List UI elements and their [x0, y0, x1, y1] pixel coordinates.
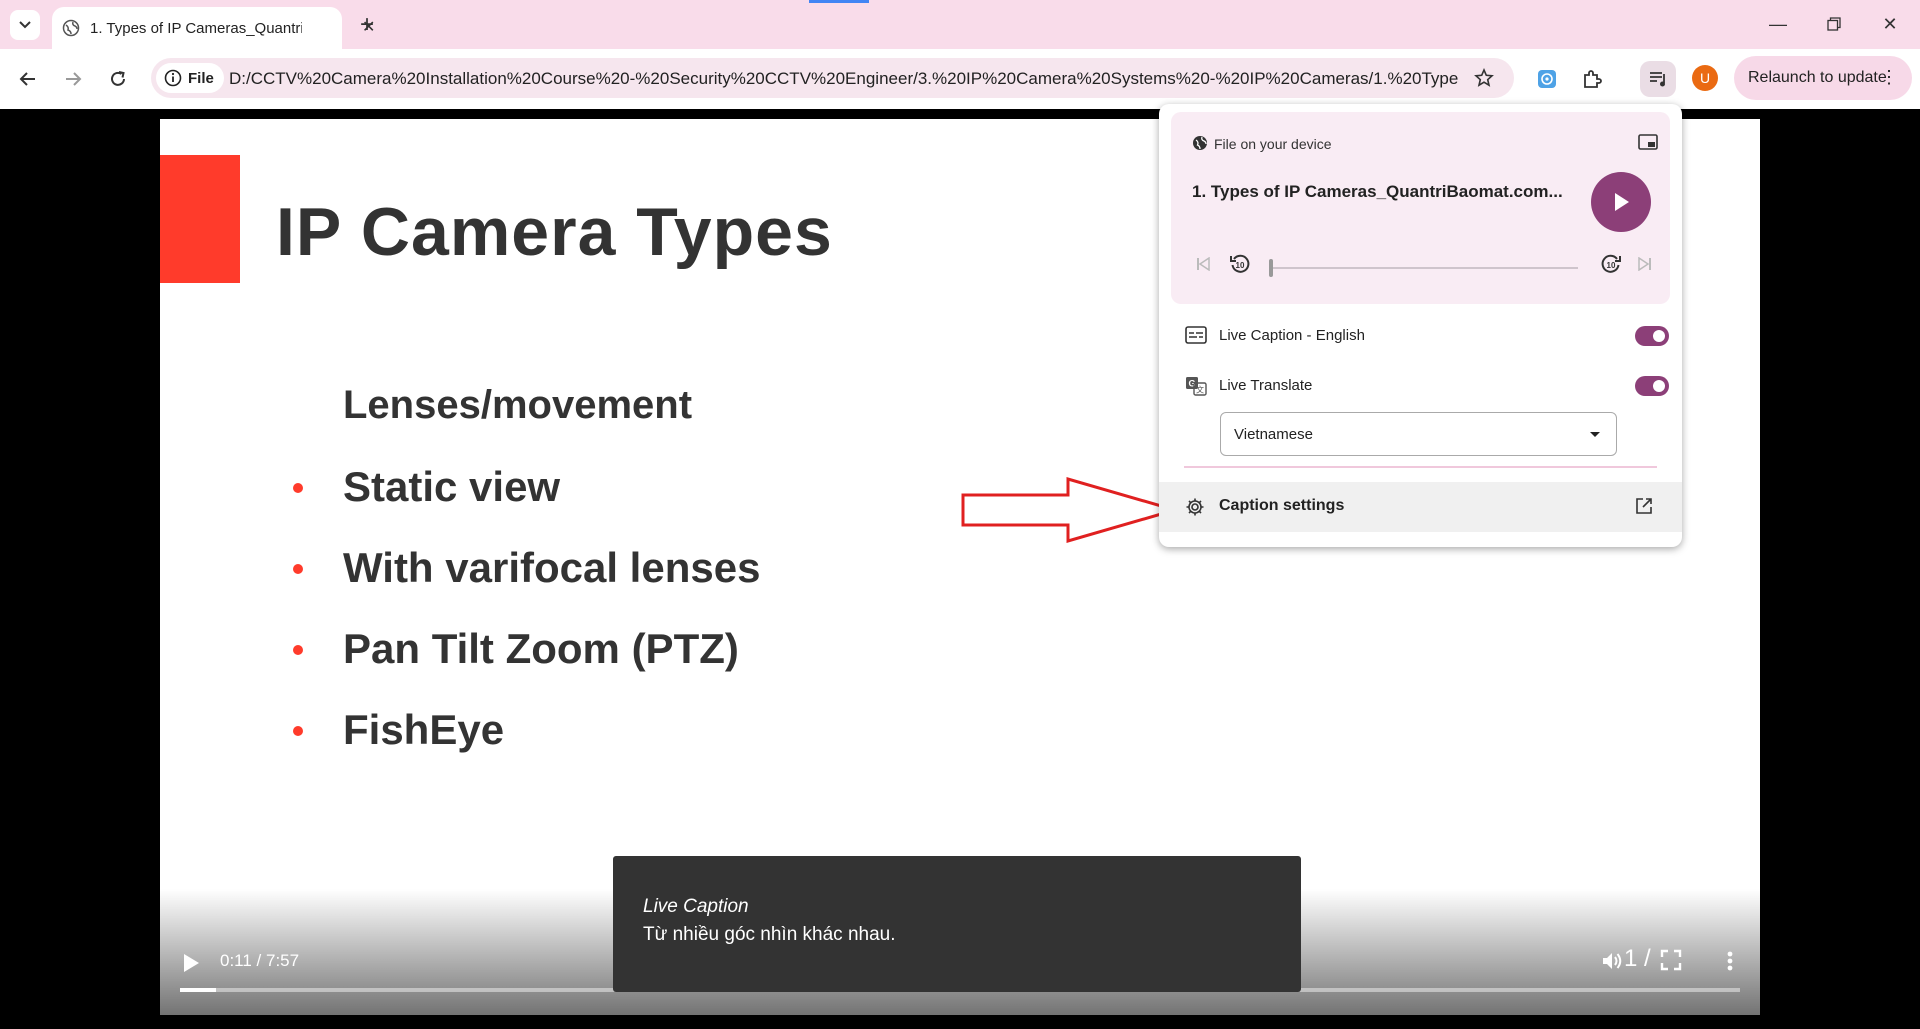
slide-bullet: Pan Tilt Zoom (PTZ): [343, 625, 739, 672]
overlay-text: 1 /: [1624, 945, 1651, 972]
seek-bar-fill: [180, 988, 216, 992]
chevron-down-icon: [19, 21, 31, 29]
svg-text:10: 10: [1607, 261, 1616, 270]
globe-icon: [62, 19, 80, 37]
dropdown-caret-icon: [1590, 432, 1600, 437]
previous-track-icon[interactable]: [1196, 257, 1210, 271]
address-bar[interactable]: File D:/CCTV%20Camera%20Installation%20C…: [151, 58, 1514, 98]
restore-button[interactable]: [1814, 8, 1854, 40]
extension-app-icon: [1538, 70, 1556, 88]
minimize-icon: —: [1769, 13, 1787, 34]
live-caption-label: Live Caption: [643, 896, 749, 917]
bookmark-button[interactable]: [1469, 63, 1499, 93]
media-play-button[interactable]: [1591, 172, 1651, 232]
relaunch-label: Relaunch to update: [1748, 69, 1887, 86]
new-tab-button[interactable]: +: [352, 10, 382, 40]
slide-bullet: Static view: [343, 463, 561, 510]
svg-text:10: 10: [1236, 261, 1245, 270]
svg-text:文: 文: [1196, 385, 1204, 395]
relaunch-button[interactable]: Relaunch to update ⋮: [1734, 56, 1912, 100]
info-icon: [164, 69, 182, 87]
tab-title-fade: [302, 15, 332, 41]
tab-active[interactable]: 1. Types of IP Cameras_QuantriBaomat.com…: [52, 7, 375, 49]
avatar[interactable]: U: [1692, 65, 1718, 91]
live-caption-row[interactable]: Live Caption - English: [1171, 316, 1670, 356]
live-translate-row[interactable]: G文 Live Translate: [1171, 366, 1670, 406]
bullet-dot: [293, 564, 303, 574]
time-display: 0:11 / 7:57: [220, 951, 300, 970]
open-external-icon: [1636, 498, 1652, 514]
toolbar: File D:/CCTV%20Camera%20Installation%20C…: [0, 49, 1920, 109]
back-button[interactable]: [10, 61, 46, 97]
media-title: 1. Types of IP Cameras_QuantriBaomat.com…: [1192, 182, 1563, 201]
live-caption-toggle[interactable]: [1635, 326, 1669, 346]
close-window-button[interactable]: ✕: [1870, 8, 1910, 40]
media-progress-track[interactable]: [1269, 259, 1578, 277]
slide-red-block: [160, 155, 240, 283]
translate-icon: G文: [1186, 377, 1207, 396]
media-controls-panel: File on your device 1. Types of IP Camer…: [1159, 104, 1682, 547]
restore-icon: [1827, 17, 1841, 31]
media-source: File on your device: [1214, 136, 1332, 152]
translate-language-value: Vietnamese: [1234, 426, 1313, 443]
bullet-dot: [293, 645, 303, 655]
translate-language-select[interactable]: Vietnamese: [1220, 412, 1617, 456]
media-controls-button[interactable]: [1640, 61, 1676, 97]
more-vert-icon[interactable]: [1726, 950, 1734, 972]
tab-title: 1. Types of IP Cameras_QuantriBaomat.com: [90, 20, 302, 37]
bullet-dot: [293, 726, 303, 736]
closed-caption-icon: [1185, 326, 1207, 344]
url-text[interactable]: D:/CCTV%20Camera%20Installation%20Course…: [229, 69, 1459, 89]
play-icon: [1615, 193, 1629, 211]
reload-icon: [111, 71, 125, 86]
plus-icon: +: [359, 11, 374, 38]
reload-button[interactable]: [100, 61, 136, 97]
puzzle-icon: [1584, 70, 1602, 88]
site-info-label: File: [188, 69, 214, 87]
live-caption-toggle-label: Live Caption - English: [1219, 327, 1365, 344]
live-caption-bubble[interactable]: Live Caption Từ nhiều góc nhìn khác nhau…: [613, 856, 1301, 992]
site-info-chip[interactable]: File: [156, 63, 224, 93]
forward-button[interactable]: [55, 61, 91, 97]
slide-bullet: With varifocal lenses: [343, 544, 761, 591]
slide-title: IP Camera Types: [276, 194, 833, 270]
more-vert-icon[interactable]: ⋮: [1880, 68, 1898, 86]
fullscreen-icon[interactable]: [1660, 949, 1682, 971]
seek-forward-icon[interactable]: 10: [1599, 252, 1623, 276]
minimize-button[interactable]: —: [1758, 8, 1798, 40]
play-icon[interactable]: [180, 951, 202, 975]
slide-heading: Lenses/movement: [343, 383, 693, 427]
extensions-menu-button[interactable]: [1574, 61, 1610, 97]
arrow-right-icon: [66, 72, 82, 86]
slide-bullet: FishEye: [343, 706, 505, 753]
arrow-left-icon: [19, 72, 35, 86]
tab-strip-accent: [809, 0, 869, 3]
media-progress-knob[interactable]: [1269, 259, 1273, 277]
globe-icon: [1193, 136, 1207, 150]
media-card: File on your device 1. Types of IP Camer…: [1171, 112, 1670, 304]
close-icon: ✕: [1882, 13, 1898, 34]
red-arrow-annotation: [961, 477, 1180, 543]
next-track-icon[interactable]: [1638, 257, 1652, 271]
volume-icon[interactable]: [1600, 949, 1624, 973]
gear-icon: [1186, 498, 1204, 516]
panel-divider: [1184, 466, 1657, 468]
caption-settings-label: Caption settings: [1219, 497, 1345, 514]
tab-search-button[interactable]: [10, 10, 40, 40]
tab-strip: 1. Types of IP Cameras_QuantriBaomat.com…: [0, 0, 1920, 49]
picture-in-picture-icon[interactable]: [1638, 134, 1658, 150]
live-caption-text: Từ nhiều góc nhìn khác nhau.: [643, 924, 896, 945]
media-queue-icon: [1650, 72, 1665, 87]
seek-backward-icon[interactable]: 10: [1228, 252, 1252, 276]
live-translate-toggle-label: Live Translate: [1219, 377, 1313, 394]
caption-settings-row[interactable]: Caption settings: [1159, 482, 1682, 532]
star-icon: [1474, 68, 1494, 87]
live-translate-toggle[interactable]: [1635, 376, 1669, 396]
bullet-dot: [293, 483, 303, 493]
extension-button[interactable]: [1529, 61, 1565, 97]
